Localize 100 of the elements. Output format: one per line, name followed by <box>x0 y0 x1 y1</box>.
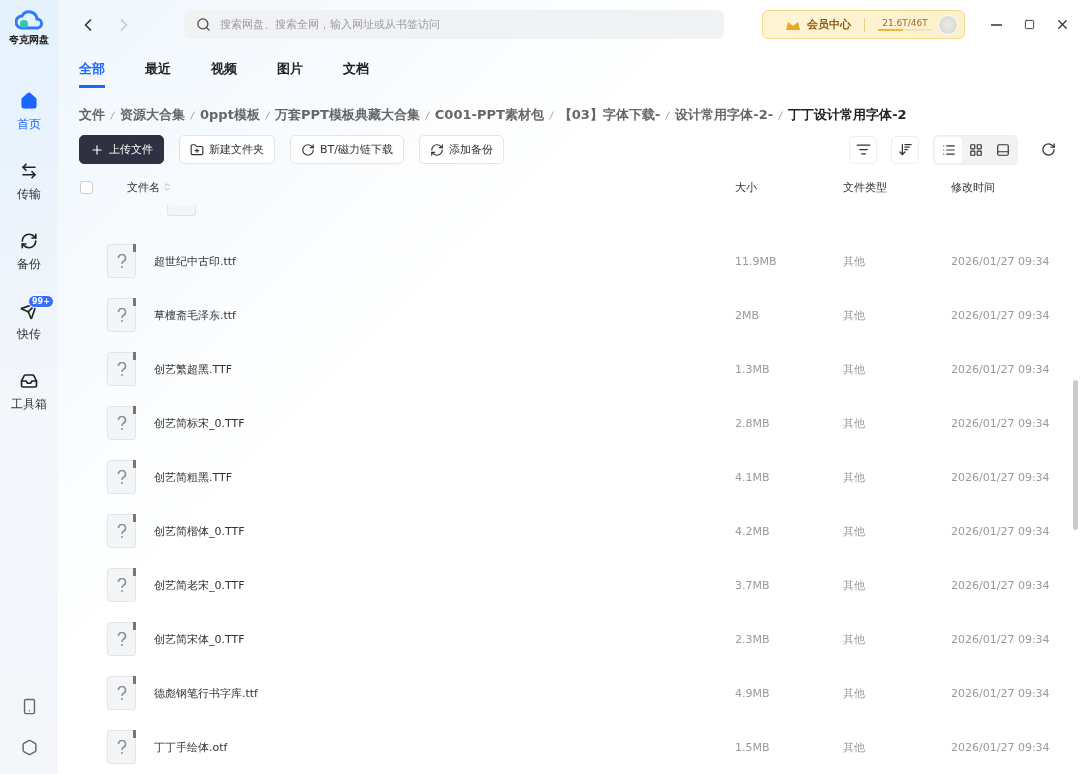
table-cell-text: 2026/01/27 09:34 <box>951 254 1051 268</box>
folder-icon <box>190 142 204 157</box>
breadcrumb-item[interactable]: 资源大合集 <box>120 106 185 125</box>
separator-icon <box>548 110 554 120</box>
filter-icon <box>855 142 871 158</box>
breadcrumb-item[interactable]: 【03】字体下载- <box>558 106 661 125</box>
list-view-button[interactable] <box>935 136 962 163</box>
search-icon <box>196 17 211 33</box>
table-cell-text: 4.9MB <box>735 686 771 700</box>
table-cell-text: 其他 <box>843 739 866 755</box>
tab[interactable]: 全部 <box>79 60 105 89</box>
table-cell-text: 2026/01/27 09:34 <box>951 470 1051 484</box>
tab[interactable]: 文档 <box>343 60 369 89</box>
breadcrumb-item[interactable]: 丁丁设计常用字体-2 <box>788 106 907 125</box>
table-cell-text: 2026/01/27 09:34 <box>951 416 1051 430</box>
tab[interactable]: 最近 <box>145 60 171 89</box>
sort-icon <box>897 142 913 158</box>
nav-item[interactable]: 传输 <box>4 162 54 203</box>
table-cell-text: 其他 <box>843 361 866 377</box>
minimize-icon <box>990 23 1002 26</box>
nav-item[interactable]: 工具箱 <box>4 372 54 413</box>
table-cell-text: 3.7MB <box>735 578 771 592</box>
toolbar-button[interactable]: 添加备份 <box>419 135 504 165</box>
file-name[interactable]: 德彪钢笔行书字库.ttf <box>154 685 258 701</box>
column-header[interactable]: 修改时间 <box>951 179 1080 195</box>
separator-icon <box>778 110 784 120</box>
breadcrumb-item[interactable]: 文件 <box>79 106 105 125</box>
breadcrumb-item[interactable]: C001-PPT素材包 <box>434 106 544 125</box>
table-cell-text: 2.8MB <box>735 416 771 430</box>
grid-icon <box>968 142 983 157</box>
list-icon <box>941 142 956 157</box>
file-name[interactable]: 草檀斋毛泽东.ttf <box>154 307 236 323</box>
separator-icon <box>110 110 115 120</box>
unknown-file-icon <box>107 298 136 332</box>
toolbar-button[interactable]: BT/磁力链下载 <box>290 135 404 165</box>
select-all-checkbox[interactable] <box>80 180 93 194</box>
table-cell-text: 1.5MB <box>735 740 771 754</box>
file-name[interactable]: 创艺简老宋_0.TTF <box>154 577 245 593</box>
file-name[interactable]: 创艺简楷体_0.TTF <box>154 523 245 539</box>
unknown-file-icon <box>107 514 136 548</box>
member-center-link[interactable]: 会员中心 <box>807 17 851 33</box>
app-name: 夸克网盘 <box>9 33 49 47</box>
file-icon <box>167 205 196 216</box>
table-cell-text: 2MB <box>735 308 761 322</box>
table-cell-text: 11.9MB <box>735 254 778 268</box>
table-cell-text: 2.3MB <box>735 632 771 646</box>
table-cell-text: 1.3MB <box>735 362 771 376</box>
file-name[interactable]: 丁丁手绘体.otf <box>154 739 228 755</box>
unknown-file-icon <box>107 730 136 764</box>
table-cell-text: 其他 <box>843 523 866 539</box>
unknown-file-icon <box>107 676 136 710</box>
upload-icon <box>90 142 104 157</box>
table-cell-text: 2026/01/27 09:34 <box>951 524 1051 538</box>
table-cell-text: 2026/01/27 09:34 <box>951 686 1051 700</box>
backup-icon <box>430 142 444 157</box>
column-header[interactable]: 文件类型 <box>843 179 951 195</box>
tab[interactable]: 图片 <box>277 60 303 89</box>
settings-icon[interactable] <box>20 739 38 756</box>
nav-item[interactable]: 99+ 快传 <box>4 294 54 343</box>
refresh-icon <box>1040 142 1056 158</box>
file-name[interactable]: 创艺繁超黑.TTF <box>154 361 233 377</box>
breadcrumb-item[interactable]: 0ppt模板 <box>200 106 260 125</box>
table-cell-text: 其他 <box>843 415 866 431</box>
file-name[interactable]: 创艺简粗黑.TTF <box>154 469 233 485</box>
sort-button[interactable] <box>891 135 919 164</box>
scrollbar-thumb[interactable] <box>1073 380 1078 530</box>
table-cell-text: 其他 <box>843 307 866 323</box>
transfer-icon <box>20 162 38 180</box>
home-icon <box>20 92 38 110</box>
upload-button[interactable]: 上传文件 <box>79 135 164 165</box>
table-cell-text: 其他 <box>843 577 866 593</box>
breadcrumb-item[interactable]: 万套PPT模板典藏大合集 <box>274 106 420 125</box>
unknown-file-icon <box>107 406 136 440</box>
maximize-icon <box>1023 19 1035 31</box>
column-header[interactable]: 文件名 <box>127 179 735 195</box>
search-field[interactable]: 搜索网盘、搜索全网，输入网址或从书签访问 <box>184 10 724 40</box>
unknown-file-icon <box>107 622 136 656</box>
table-cell-text: 2026/01/27 09:34 <box>951 632 1051 646</box>
filter-button[interactable] <box>849 135 877 164</box>
table-cell-text: 2026/01/27 09:34 <box>951 308 1051 322</box>
table-cell-text: 4.2MB <box>735 524 771 538</box>
unknown-file-icon <box>107 568 136 602</box>
table-cell-text: 2026/01/27 09:34 <box>951 362 1051 376</box>
file-name[interactable]: 创艺简标宋_0.TTF <box>154 415 245 431</box>
toolbar-button[interactable]: 新建文件夹 <box>179 135 275 165</box>
nav-item[interactable]: 备份 <box>4 232 54 273</box>
table-cell-text: 其他 <box>843 631 866 647</box>
unknown-file-icon <box>107 244 136 278</box>
sort-icon <box>162 182 172 193</box>
table-cell-text: 其他 <box>843 253 866 269</box>
unknown-file-icon <box>107 352 136 386</box>
file-name[interactable]: 创艺简宋体_0.TTF <box>154 631 245 647</box>
unknown-file-icon <box>107 460 136 494</box>
file-name[interactable]: 超世纪中古印.ttf <box>154 253 236 269</box>
nav-item[interactable]: 首页 <box>4 92 54 133</box>
column-header[interactable]: 大小 <box>735 179 843 195</box>
preview-icon <box>995 142 1010 157</box>
storage-usage: 21.6T/46T <box>882 18 928 29</box>
breadcrumb-item[interactable]: 设计常用字体-2- <box>675 106 774 125</box>
tab[interactable]: 视频 <box>211 60 237 89</box>
